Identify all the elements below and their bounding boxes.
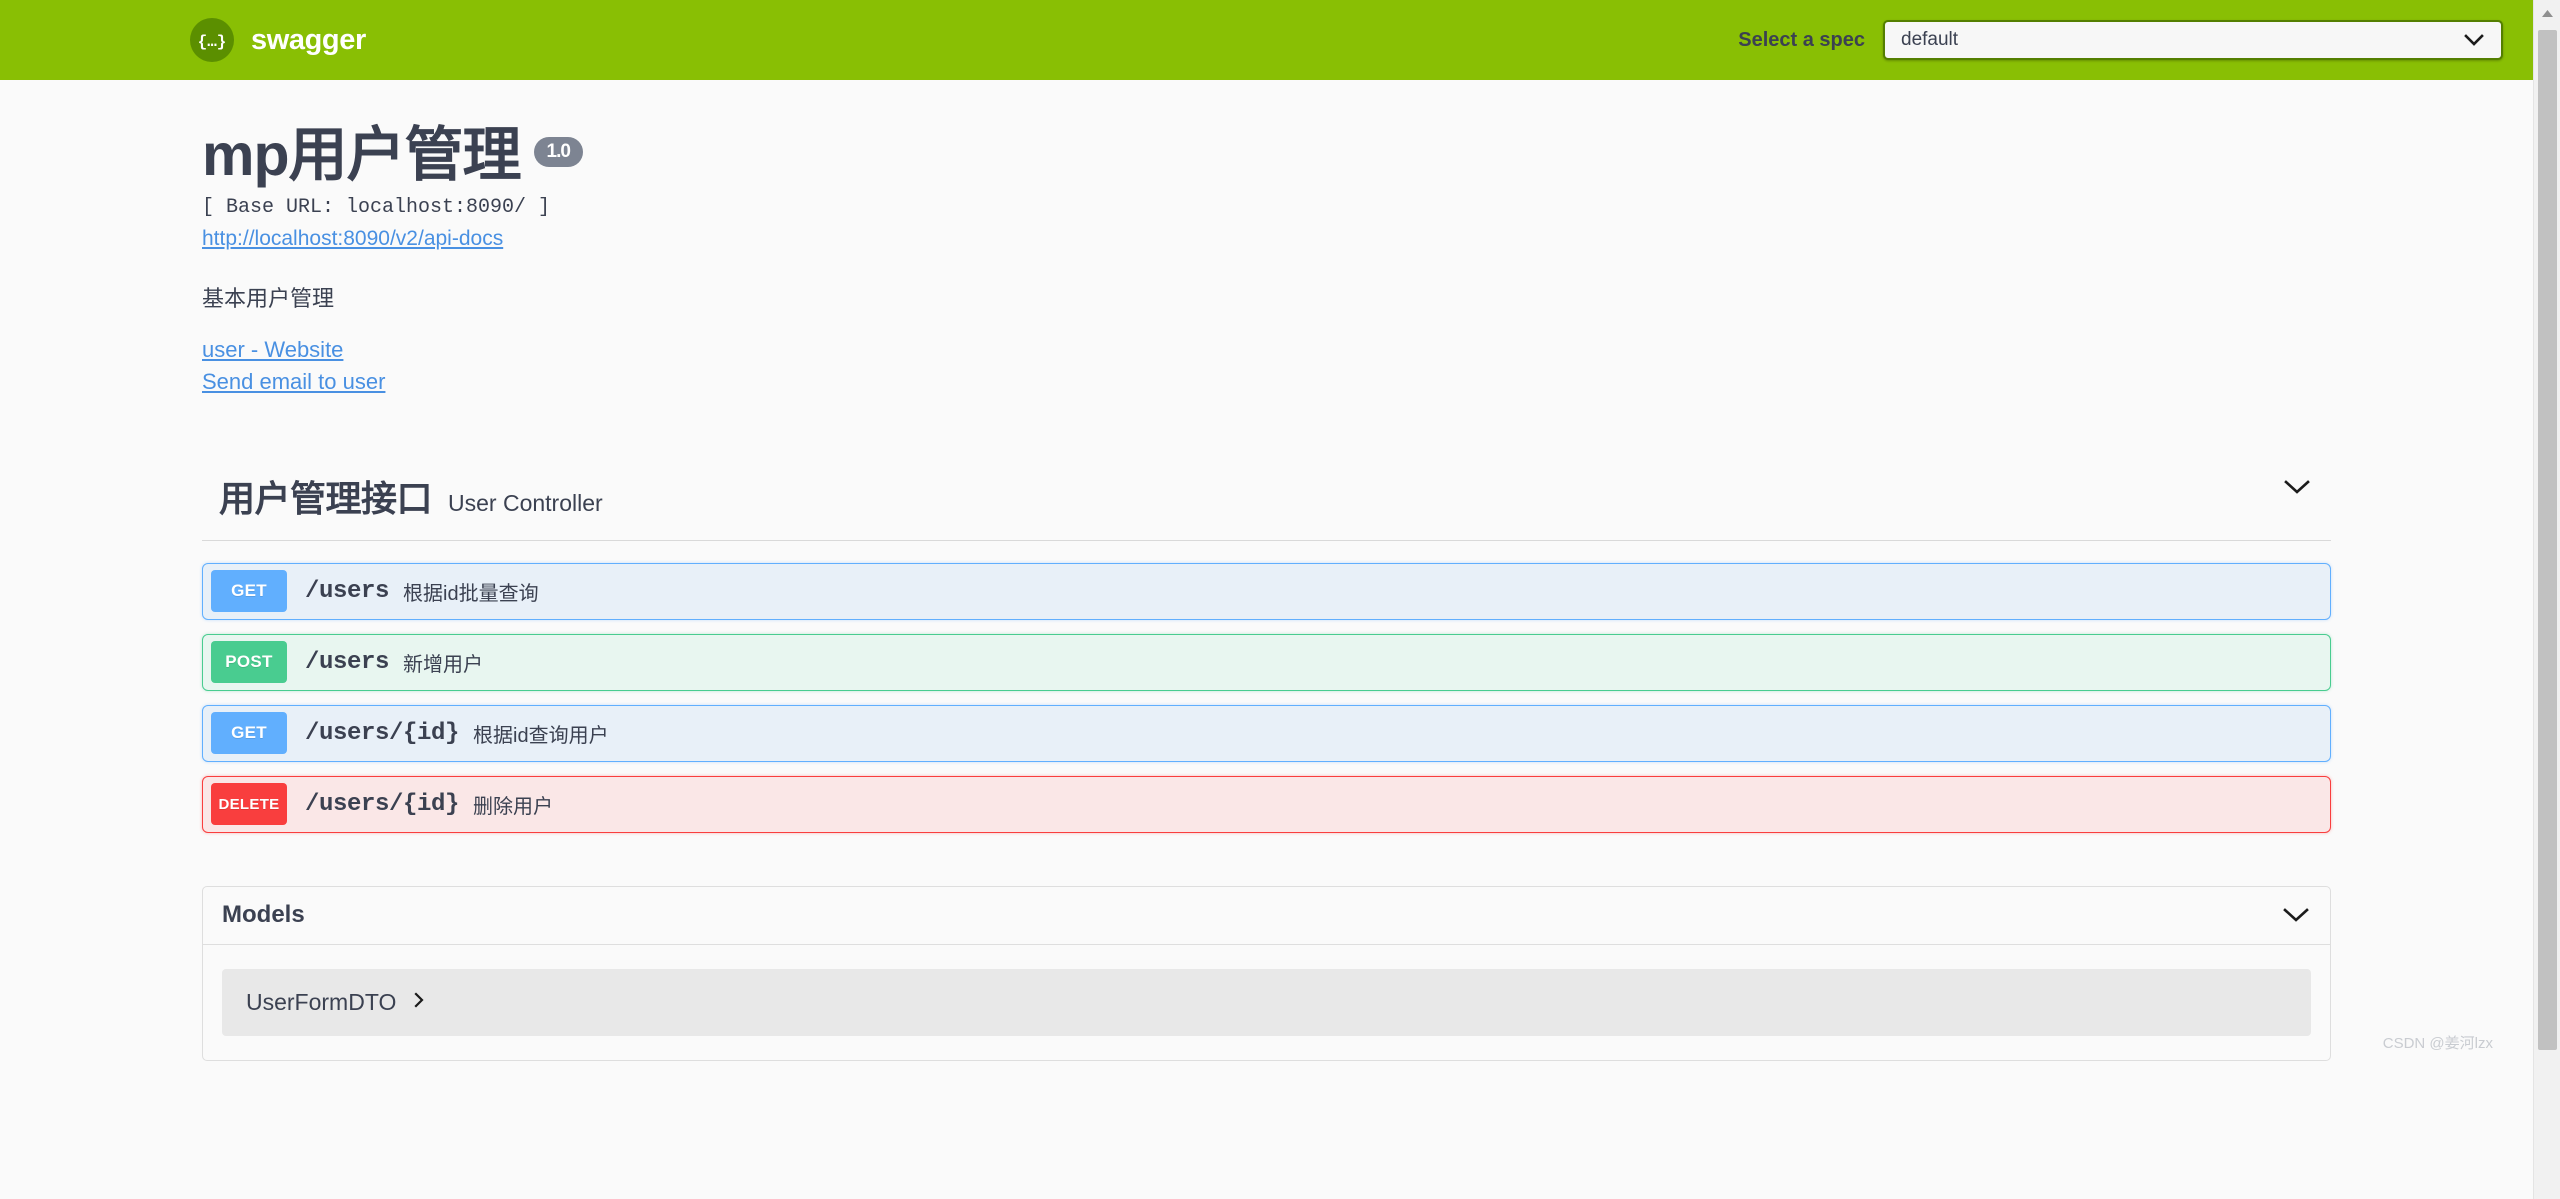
operation-summary: 新增用户 bbox=[403, 653, 484, 676]
triangle-up-icon bbox=[2541, 5, 2554, 23]
operation-path: /users bbox=[305, 577, 390, 605]
chevron-right-icon[interactable] bbox=[413, 991, 425, 1014]
spec-select[interactable]: default bbox=[1883, 20, 2503, 60]
spec-selector-area: Select a spec default bbox=[1738, 20, 2503, 60]
top-bar: {…} swagger Select a spec default bbox=[0, 0, 2560, 80]
tag-name: 用户管理接口 bbox=[219, 477, 433, 519]
tag-header[interactable]: 用户管理接口 User Controller bbox=[202, 470, 2331, 541]
scrollbar-thumb[interactable] bbox=[2538, 30, 2557, 1050]
chevron-down-icon[interactable] bbox=[2281, 906, 2311, 925]
vertical-scrollbar[interactable] bbox=[2533, 0, 2560, 1199]
model-name: UserFormDTO bbox=[246, 988, 397, 1015]
contact-links: user - Website Send email to user bbox=[202, 337, 2533, 395]
operations-list: GET /users 根据id批量查询 POST /users 新增用户 GET… bbox=[202, 562, 2331, 833]
model-item[interactable]: UserFormDTO bbox=[222, 968, 2311, 1036]
chevron-down-icon[interactable] bbox=[2282, 478, 2312, 497]
models-header[interactable]: Models bbox=[203, 887, 2330, 945]
operation-summary: 删除用户 bbox=[473, 795, 554, 818]
chevron-down-icon bbox=[2463, 33, 2485, 47]
page-title: mp用户管理 1.0 bbox=[202, 122, 2533, 188]
operation-row[interactable]: GET /users 根据id批量查询 bbox=[202, 562, 2331, 620]
api-title-text: mp用户管理 bbox=[202, 122, 522, 188]
contact-email-link[interactable]: Send email to user bbox=[202, 369, 385, 395]
operation-row[interactable]: POST /users 新增用户 bbox=[202, 633, 2331, 691]
contact-website-link[interactable]: user - Website bbox=[202, 337, 343, 363]
api-description: 基本用户管理 bbox=[202, 285, 335, 311]
scroll-up-arrow-button[interactable] bbox=[2534, 0, 2560, 27]
operation-path: /users/{id} bbox=[305, 790, 460, 818]
swagger-logo-text: swagger bbox=[251, 23, 366, 56]
tag-description: User Controller bbox=[448, 489, 603, 516]
http-method-badge: POST bbox=[211, 641, 287, 684]
operation-summary: 根据id查询用户 bbox=[473, 724, 609, 747]
operation-row[interactable]: DELETE /users/{id} 删除用户 bbox=[202, 775, 2331, 833]
base-url: [ Base URL: localhost:8090/ ] bbox=[202, 195, 551, 219]
api-info-block: mp用户管理 1.0 [ Base URL: localhost:8090/ ]… bbox=[0, 80, 2533, 395]
swagger-logo[interactable]: {…} swagger bbox=[190, 18, 366, 62]
csdn-watermark: CSDN @姜河lzx bbox=[2382, 1034, 2493, 1052]
select-spec-label: Select a spec bbox=[1738, 28, 1865, 51]
version-badge: 1.0 bbox=[533, 137, 583, 167]
http-method-badge: GET bbox=[211, 712, 287, 755]
models-body: UserFormDTO bbox=[203, 945, 2330, 1060]
operation-summary: 根据id批量查询 bbox=[403, 582, 539, 605]
tag-section-user-controller: 用户管理接口 User Controller GET /users 根据id批量… bbox=[0, 470, 2533, 833]
swagger-braces-icon: {…} bbox=[190, 18, 234, 62]
models-panel: Models UserFormDTO bbox=[202, 885, 2331, 1061]
svg-text:{…}: {…} bbox=[198, 33, 227, 51]
spec-select-value: default bbox=[1901, 29, 1959, 50]
api-docs-link[interactable]: http://localhost:8090/v2/api-docs bbox=[202, 227, 503, 251]
operation-path: /users/{id} bbox=[305, 719, 460, 747]
operation-path: /users bbox=[305, 648, 390, 676]
page-body: mp用户管理 1.0 [ Base URL: localhost:8090/ ]… bbox=[0, 80, 2533, 1061]
operation-row[interactable]: GET /users/{id} 根据id查询用户 bbox=[202, 704, 2331, 762]
models-title: Models bbox=[222, 901, 305, 929]
top-bar-inner: {…} swagger Select a spec default bbox=[0, 18, 2533, 62]
http-method-badge: DELETE bbox=[211, 783, 287, 826]
http-method-badge: GET bbox=[211, 570, 287, 613]
